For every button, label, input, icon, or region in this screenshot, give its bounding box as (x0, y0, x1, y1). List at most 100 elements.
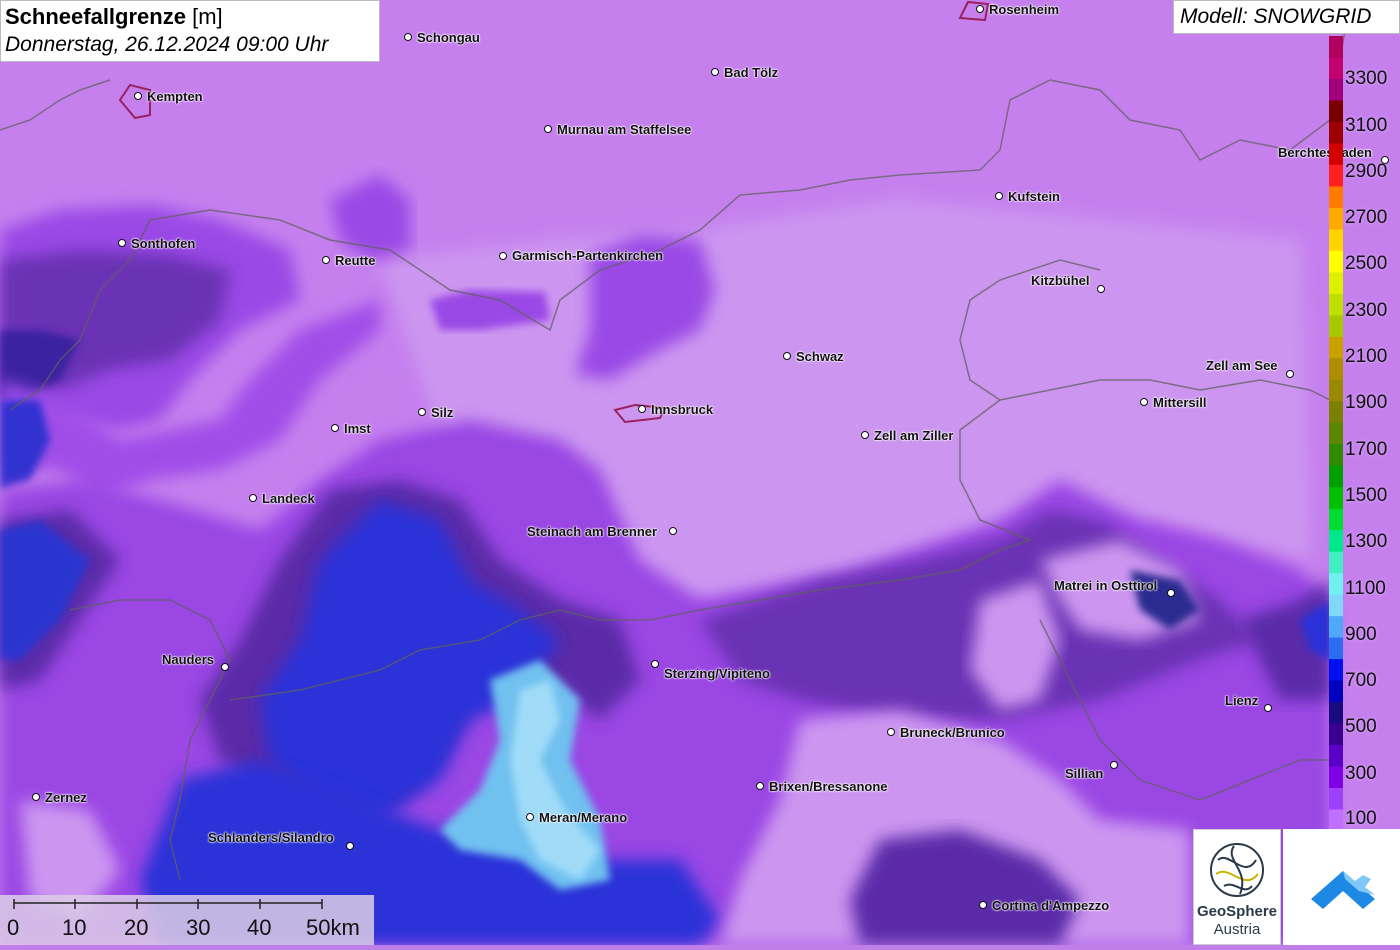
map-datetime: Donnerstag, 26.12.2024 09:00 Uhr (5, 33, 329, 56)
city-dot (783, 352, 791, 360)
city-label: Nauders (162, 652, 215, 667)
city-dot (32, 793, 40, 801)
legend-swatch (1329, 637, 1343, 660)
legend-swatch (1329, 487, 1343, 510)
model-label: Modell: SNOWGRID (1173, 0, 1400, 34)
city-label: Zernez (45, 790, 87, 805)
city-label: Kempten (147, 89, 203, 104)
legend-swatch (1329, 78, 1343, 101)
legend-swatch (1329, 809, 1343, 831)
scale-label: 40 (247, 915, 272, 940)
geosphere-emblem-icon (1210, 843, 1264, 897)
city-dot (995, 192, 1003, 200)
legend-swatch (1329, 551, 1343, 574)
city-label: Steinach am Brenner (527, 524, 658, 539)
legend-label: 2300 (1345, 300, 1388, 321)
legend-swatch (1329, 444, 1343, 467)
city-label: Zell am Ziller (874, 428, 954, 443)
legend-swatch (1329, 336, 1343, 359)
city-dot (976, 5, 984, 13)
city-dot (1167, 589, 1175, 597)
legend-swatch (1329, 272, 1343, 295)
title-main: Schneefallgrenze (5, 4, 186, 29)
scale-label: 50km (306, 915, 360, 940)
legend-swatch (1329, 465, 1343, 488)
legend-label: 500 (1345, 716, 1377, 737)
legend-swatch (1329, 508, 1343, 531)
legend-swatch (1329, 143, 1343, 166)
legend-label: 1500 (1345, 485, 1388, 506)
city-dot (499, 252, 507, 260)
city-label: Kitzbühel (1031, 273, 1090, 288)
city-dot (638, 405, 646, 413)
legend-swatch (1329, 358, 1343, 381)
legend-label: 2500 (1345, 253, 1388, 274)
legend-swatch (1329, 57, 1343, 80)
city-label: Sonthofen (131, 236, 196, 251)
city-dot (861, 431, 869, 439)
legend-label: 3100 (1345, 115, 1388, 136)
city-label: Bruneck/Brunico (900, 725, 1005, 740)
legend-label: 3300 (1345, 68, 1388, 89)
city-dot (249, 494, 257, 502)
legend-swatch (1329, 766, 1343, 789)
legend-swatch (1329, 36, 1343, 58)
legend-swatch (1329, 100, 1343, 123)
legend-swatch (1329, 530, 1343, 553)
legend-swatch (1329, 315, 1343, 338)
city-dot (1097, 285, 1105, 293)
snowfall-map (0, 0, 1400, 945)
city-dot (404, 33, 412, 41)
city-dot (221, 663, 229, 671)
legend-label: 2100 (1345, 346, 1388, 367)
legend-swatch (1329, 293, 1343, 316)
city-dot (1264, 704, 1272, 712)
city-dot (887, 728, 895, 736)
snow-line-field (0, 175, 1330, 945)
city-dot (1140, 398, 1148, 406)
legend-swatch (1329, 788, 1343, 811)
city-label: Bad Tölz (724, 65, 779, 80)
legend-swatch (1329, 594, 1343, 617)
legend-swatch (1329, 723, 1343, 746)
city-dot (418, 408, 426, 416)
city-dot (669, 527, 677, 535)
city-dot (651, 660, 659, 668)
legend-label: 300 (1345, 763, 1377, 784)
city-label: Meran/Merano (539, 810, 628, 825)
city-label: Murnau am Staffelsee (557, 122, 692, 137)
city-dot (118, 239, 126, 247)
legend-swatch (1329, 401, 1343, 424)
legend-label: 2900 (1345, 161, 1388, 182)
scale-label: 10 (62, 915, 87, 940)
legend-swatch (1329, 164, 1343, 187)
legend-swatch (1329, 573, 1343, 596)
city-dot (1110, 761, 1118, 769)
legend-label: 2700 (1345, 207, 1388, 228)
snowgrid-logo (1283, 829, 1400, 945)
legend-label: 1900 (1345, 392, 1388, 413)
city-label: Kufstein (1008, 189, 1060, 204)
city-label: Sterzing/Vipiteno (664, 666, 770, 681)
city-dot (346, 842, 354, 850)
city-dot (134, 92, 142, 100)
city-dot (711, 68, 719, 76)
city-dot (756, 782, 764, 790)
scale-label: 0 (7, 915, 20, 940)
title-unit: [m] (192, 4, 223, 29)
legend-swatch (1329, 250, 1343, 273)
city-label: Garmisch-Partenkirchen (512, 248, 664, 263)
city-label: Lienz (1225, 693, 1259, 708)
city-label: Matrei in Osttirol (1054, 578, 1158, 593)
city-label: Cortina d'Ampezzo (992, 898, 1110, 913)
city-dot (322, 256, 330, 264)
mountain-snow-icon (1311, 871, 1375, 909)
legend-label: 700 (1345, 670, 1377, 691)
city-label: Mittersill (1153, 395, 1207, 410)
city-label: Brixen/Bressanone (769, 779, 888, 794)
legend-swatch (1329, 659, 1343, 682)
city-label: Sillian (1065, 766, 1104, 781)
city-label: Reutte (335, 253, 376, 268)
legend-swatch (1329, 229, 1343, 252)
legend-swatch (1329, 702, 1343, 725)
